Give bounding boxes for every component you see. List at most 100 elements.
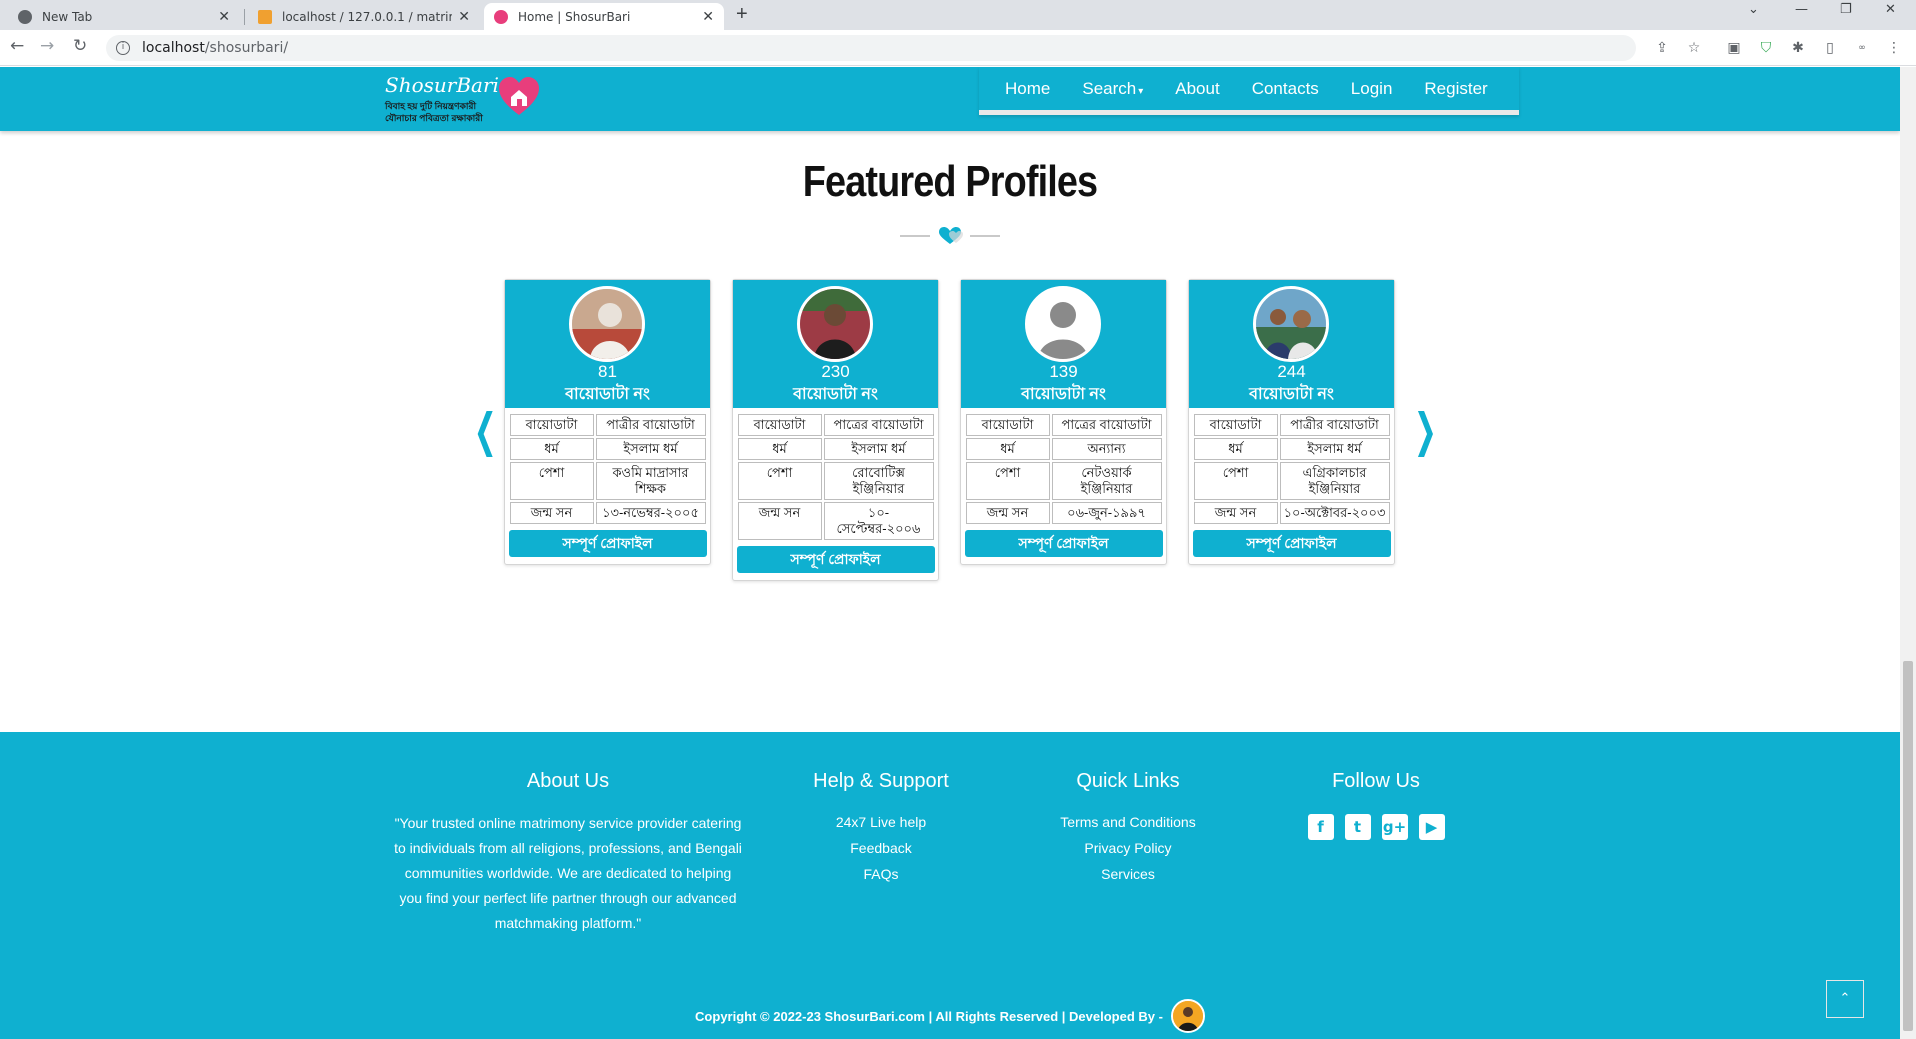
profile-details-table: বায়োডাটা পাত্রের বায়োডাটা ধর্ম ইসলাম ধর্… [736,412,936,542]
footer-help-links: 24x7 Live help Feedback FAQs [781,809,981,887]
nav-login[interactable]: Login [1351,79,1393,99]
profile-photo [800,289,870,359]
double-heart-icon [939,227,963,244]
main-nav: Home Search ▾ About Contacts Login Regist… [979,67,1519,115]
nav-register[interactable]: Register [1424,79,1487,99]
tab-shosurbari[interactable]: Home | ShosurBari ✕ [484,3,724,30]
row-key: জন্ম সন [965,502,1050,524]
puzzle-icon[interactable]: ✱ [1790,40,1806,56]
shield-icon[interactable]: ⛉ [1758,40,1774,56]
full-profile-button[interactable]: সম্পূর্ণ প্রোফাইল [964,530,1163,557]
table-row: ধর্ম ইসলাম ধর্ম [1193,438,1390,460]
row-key: জন্ম সন [1193,502,1278,524]
footer-quick-title: Quick Links [1076,770,1180,792]
table-row: ধর্ম ইসলাম ধর্ম [509,438,706,460]
footer-link-terms[interactable]: Terms and Conditions [1028,809,1228,835]
profile-photo [1256,289,1326,359]
row-value: ইসলাম ধর্ম [1279,438,1390,460]
extension-icon[interactable]: ▣ [1726,40,1742,56]
site-info-icon[interactable]: i [116,41,130,55]
row-value: অন্যান্য [1051,438,1162,460]
reload-icon[interactable]: ↻ [73,36,87,56]
phpmyadmin-icon [258,9,272,24]
row-key: পেশা [965,462,1050,500]
meta-icon[interactable]: ∞ [1854,40,1870,56]
logo-brand: ShosurBari [385,73,499,97]
scrollbar-thumb[interactable] [1903,661,1913,1031]
row-value: ইসলাম ধর্ম [823,438,934,460]
row-value: পাত্রীর বায়োডাটা [1279,414,1390,436]
footer-quick-links: Terms and Conditions Privacy Policy Serv… [1028,809,1228,887]
footer-link-feedback[interactable]: Feedback [781,835,981,861]
footer-about-text: "Your trusted online matrimony service p… [394,815,742,931]
full-profile-button[interactable]: সম্পূর্ণ প্রোফাইল [508,530,707,557]
share-icon[interactable]: ⇪ [1654,40,1670,56]
footer-link-privacy[interactable]: Privacy Policy [1028,835,1228,861]
footer-link-faqs[interactable]: FAQs [781,861,981,887]
logo-tagline-2: যৌনাচার পবিত্রতা রক্ষাকারী [385,113,483,123]
scroll-to-top-button[interactable]: ⌃ [1826,980,1864,1018]
footer-link-live-help[interactable]: 24x7 Live help [781,809,981,835]
nav-search[interactable]: Search ▾ [1082,79,1143,99]
close-icon[interactable]: ✕ [458,9,470,25]
google-plus-icon[interactable]: g+ [1381,814,1408,840]
biodata-label: বায়োডাটা নং [565,386,650,403]
row-value: রোবোটিক্স ইঞ্জিনিয়ার [823,462,934,500]
profile-avatar[interactable] [1253,286,1329,362]
new-tab-icon[interactable]: + [736,3,748,26]
profile-card: 230 বায়োডাটা নং বায়োডাটা পাত্রের বায়োড… [732,279,939,581]
profile-avatar[interactable] [797,286,873,362]
window-close-icon[interactable]: ✕ [1885,2,1896,17]
nav-home[interactable]: Home [1005,79,1050,99]
row-value: পাত্রের বায়োডাটা [823,414,934,436]
profile-avatar[interactable] [569,286,645,362]
profile-card-header: 244 বায়োডাটা নং [1189,280,1394,408]
youtube-icon[interactable]: ▶ [1418,814,1445,840]
side-panel-icon[interactable]: ▯ [1822,40,1838,56]
profile-details-table: বায়োডাটা পাত্রের বায়োডাটা ধর্ম অন্যান্য … [964,412,1164,526]
forward-icon[interactable]: → [40,36,54,56]
row-key: ধর্ম [737,438,822,460]
facebook-icon[interactable]: f [1307,814,1334,840]
restore-icon[interactable]: ❐ [1840,2,1852,17]
tab-new-tab[interactable]: New Tab ✕ [8,3,240,30]
full-profile-button[interactable]: সম্পূর্ণ প্রোফাইল [736,546,935,573]
page-viewport: ShosurBari বিবাহ হয় দুটি নিয়ন্ত্রণকারী… [0,67,1900,1039]
close-icon[interactable]: ✕ [702,9,714,25]
profile-avatar[interactable] [1025,286,1101,362]
footer-link-services[interactable]: Services [1028,861,1228,887]
close-icon[interactable]: ✕ [218,9,230,25]
twitter-icon[interactable]: t [1344,814,1371,840]
site-header: ShosurBari বিবাহ হয় দুটি নিয়ন্ত্রণকারী… [0,67,1900,131]
tab-phpmyadmin[interactable]: localhost / 127.0.0.1 / matrimony ✕ [248,3,480,30]
row-value: এগ্রিকালচার ইঞ্জিনিয়ার [1279,462,1390,500]
profile-id: 230 [821,362,850,381]
site-logo[interactable]: ShosurBari বিবাহ হয় দুটি নিয়ন্ত্রণকারী… [385,73,540,125]
biodata-label: বায়োডাটা নং [1249,386,1334,403]
nav-search-label: Search [1082,78,1137,98]
copyright-text: Copyright © 2022-23 ShosurBari.com | All… [695,1008,1163,1024]
nav-contacts[interactable]: Contacts [1252,79,1319,99]
row-key: ধর্ম [1193,438,1278,460]
tab-search-icon[interactable]: ⌄ [1748,2,1759,17]
profile-card: 139 বায়োডাটা নং বায়োডাটা পাত্রের বায়োড… [960,279,1167,565]
url-bar[interactable]: i localhost/shosurbari/ [106,35,1636,61]
profile-card-header: 230 বায়োডাটা নং [733,280,938,408]
developer-avatar[interactable] [1170,999,1205,1033]
tab-title: New Tab [42,9,93,24]
row-key: জন্ম সন [737,502,822,540]
profile-id: 139 [1049,362,1078,381]
bookmark-star-icon[interactable]: ☆ [1686,40,1702,56]
row-value: পাত্রীর বায়োডাটা [595,414,706,436]
full-profile-button[interactable]: সম্পূর্ণ প্রোফাইল [1192,530,1391,557]
menu-icon[interactable]: ⋮ [1886,40,1902,56]
divider-line [900,235,930,237]
page-scrollbar[interactable] [1900,67,1916,1039]
minimize-icon[interactable]: — [1795,2,1808,17]
nav-about[interactable]: About [1175,79,1219,99]
back-icon[interactable]: ← [10,36,24,56]
profile-id: 81 [598,362,617,381]
profile-details-table: বায়োডাটা পাত্রীর বায়োডাটা ধর্ম ইসলাম ধর্… [508,412,708,526]
table-row: বায়োডাটা পাত্রীর বায়োডাটা [1193,414,1390,436]
row-value: ১০-অক্টোবর-২০০৩ [1279,502,1390,524]
